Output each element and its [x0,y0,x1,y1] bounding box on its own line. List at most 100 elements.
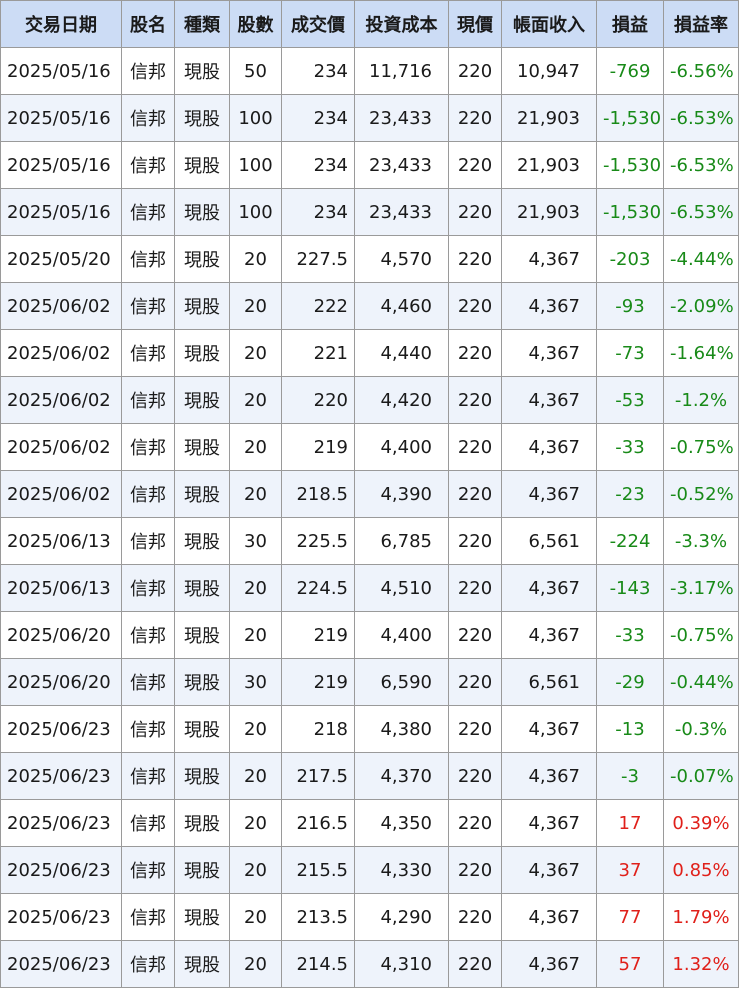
cell-book-income: 4,367 [501,470,597,518]
table-row[interactable]: 2025/06/23 信邦 現股 20 216.5 4,350 220 4,367 17 0.39… [0,799,739,847]
table-row[interactable]: 2025/06/02 信邦 現股 20 221 4,440 220 4,367 -73 -1.64… [0,329,739,377]
table-header: 交易日期 股名 種類 股數 成交價 投資成本 現價 帳面收入 損益 損益率 [0,0,739,48]
cell-shares: 20 [229,564,282,612]
table-row[interactable]: 2025/06/13 信邦 現股 20 224.5 4,510 220 4,367 -143 -3… [0,564,739,612]
cell-profit-loss: -1,530 [596,188,664,236]
table-row[interactable]: 2025/05/16 信邦 現股 100 234 23,433 220 21,903 -1,53… [0,94,739,142]
table-row[interactable]: 2025/06/20 信邦 現股 20 219 4,400 220 4,367 -33 -0.75… [0,611,739,659]
cell-trade-date: 2025/06/23 [0,799,122,847]
cell-current-price: 220 [448,376,502,424]
cell-book-income: 6,561 [501,517,597,565]
cell-shares: 50 [229,47,282,95]
cell-investment-cost: 4,420 [354,376,449,424]
column-header-profit-loss[interactable]: 損益 [596,0,664,48]
cell-stock-name: 信邦 [121,611,175,659]
cell-profit-loss: -769 [596,47,664,95]
cell-book-income: 4,367 [501,564,597,612]
cell-book-income: 4,367 [501,376,597,424]
cell-investment-cost: 4,460 [354,282,449,330]
cell-current-price: 220 [448,846,502,894]
column-header-stock-name[interactable]: 股名 [121,0,175,48]
cell-investment-cost: 4,290 [354,893,449,941]
table-row[interactable]: 2025/05/20 信邦 現股 20 227.5 4,570 220 4,367 -203 -4… [0,235,739,283]
table-row[interactable]: 2025/06/20 信邦 現股 30 219 6,590 220 6,561 -29 -0.44… [0,658,739,706]
table-row[interactable]: 2025/05/16 信邦 現股 100 234 23,433 220 21,903 -1,53… [0,141,739,189]
cell-current-price: 220 [448,752,502,800]
cell-trade-price: 222 [281,282,355,330]
column-header-current-price[interactable]: 現價 [448,0,502,48]
table-row[interactable]: 2025/06/23 信邦 現股 20 214.5 4,310 220 4,367 57 1.32… [0,940,739,988]
column-header-investment-cost[interactable]: 投資成本 [354,0,449,48]
table-row[interactable]: 2025/06/02 信邦 現股 20 222 4,460 220 4,367 -93 -2.09… [0,282,739,330]
cell-investment-cost: 4,400 [354,423,449,471]
table-row[interactable]: 2025/06/23 信邦 現股 20 217.5 4,370 220 4,367 -3 -0.0… [0,752,739,800]
cell-trade-price: 218.5 [281,470,355,518]
table-row[interactable]: 2025/06/13 信邦 現股 30 225.5 6,785 220 6,561 -224 -3… [0,517,739,565]
cell-trade-date: 2025/06/20 [0,611,122,659]
column-header-profit-loss-rate[interactable]: 損益率 [663,0,739,48]
cell-profit-loss-rate: -0.75% [663,423,739,471]
cell-investment-cost: 4,330 [354,846,449,894]
cell-trade-date: 2025/05/16 [0,47,122,95]
header-row: 交易日期 股名 種類 股數 成交價 投資成本 現價 帳面收入 損益 損益率 [0,0,739,48]
cell-trade-price: 218 [281,705,355,753]
cell-type: 現股 [174,423,230,471]
cell-profit-loss-rate: -2.09% [663,282,739,330]
cell-book-income: 4,367 [501,705,597,753]
cell-stock-name: 信邦 [121,893,175,941]
column-header-book-income[interactable]: 帳面收入 [501,0,597,48]
cell-shares: 20 [229,846,282,894]
table-row[interactable]: 2025/06/02 信邦 現股 20 220 4,420 220 4,367 -53 -1.2% [0,376,739,424]
cell-type: 現股 [174,329,230,377]
column-header-trade-date[interactable]: 交易日期 [0,0,122,48]
cell-investment-cost: 4,440 [354,329,449,377]
cell-book-income: 4,367 [501,282,597,330]
cell-profit-loss-rate: -1.2% [663,376,739,424]
column-header-shares[interactable]: 股數 [229,0,282,48]
cell-profit-loss: -1,530 [596,94,664,142]
cell-type: 現股 [174,141,230,189]
cell-profit-loss-rate: -3.3% [663,517,739,565]
cell-profit-loss: 17 [596,799,664,847]
cell-current-price: 220 [448,940,502,988]
cell-profit-loss: -1,530 [596,141,664,189]
cell-type: 現股 [174,752,230,800]
cell-stock-name: 信邦 [121,517,175,565]
table-row[interactable]: 2025/06/23 信邦 現股 20 215.5 4,330 220 4,367 37 0.85… [0,846,739,894]
cell-trade-date: 2025/05/20 [0,235,122,283]
column-header-type[interactable]: 種類 [174,0,230,48]
cell-trade-date: 2025/06/23 [0,705,122,753]
cell-profit-loss: 57 [596,940,664,988]
cell-stock-name: 信邦 [121,658,175,706]
column-header-trade-price[interactable]: 成交價 [281,0,355,48]
table-row[interactable]: 2025/05/16 信邦 現股 100 234 23,433 220 21,903 -1,53… [0,188,739,236]
cell-stock-name: 信邦 [121,188,175,236]
cell-trade-price: 215.5 [281,846,355,894]
cell-shares: 20 [229,799,282,847]
cell-book-income: 4,367 [501,799,597,847]
table-row[interactable]: 2025/06/02 信邦 現股 20 219 4,400 220 4,367 -33 -0.75… [0,423,739,471]
cell-stock-name: 信邦 [121,47,175,95]
cell-type: 現股 [174,705,230,753]
table-row[interactable]: 2025/06/02 信邦 現股 20 218.5 4,390 220 4,367 -23 -0.… [0,470,739,518]
cell-type: 現股 [174,188,230,236]
cell-profit-loss-rate: 1.32% [663,940,739,988]
cell-investment-cost: 23,433 [354,188,449,236]
table-row[interactable]: 2025/05/16 信邦 現股 50 234 11,716 220 10,947 -769 -6… [0,47,739,95]
cell-profit-loss-rate: -0.07% [663,752,739,800]
cell-type: 現股 [174,658,230,706]
cell-shares: 20 [229,893,282,941]
cell-trade-price: 219 [281,611,355,659]
cell-shares: 20 [229,282,282,330]
cell-trade-price: 225.5 [281,517,355,565]
cell-shares: 20 [229,235,282,283]
cell-investment-cost: 4,350 [354,799,449,847]
table-row[interactable]: 2025/06/23 信邦 現股 20 213.5 4,290 220 4,367 77 1.79… [0,893,739,941]
cell-profit-loss-rate: 1.79% [663,893,739,941]
cell-trade-price: 234 [281,47,355,95]
cell-trade-price: 220 [281,376,355,424]
cell-trade-date: 2025/06/23 [0,940,122,988]
cell-investment-cost: 4,400 [354,611,449,659]
table-row[interactable]: 2025/06/23 信邦 現股 20 218 4,380 220 4,367 -13 -0.3% [0,705,739,753]
cell-profit-loss: -224 [596,517,664,565]
